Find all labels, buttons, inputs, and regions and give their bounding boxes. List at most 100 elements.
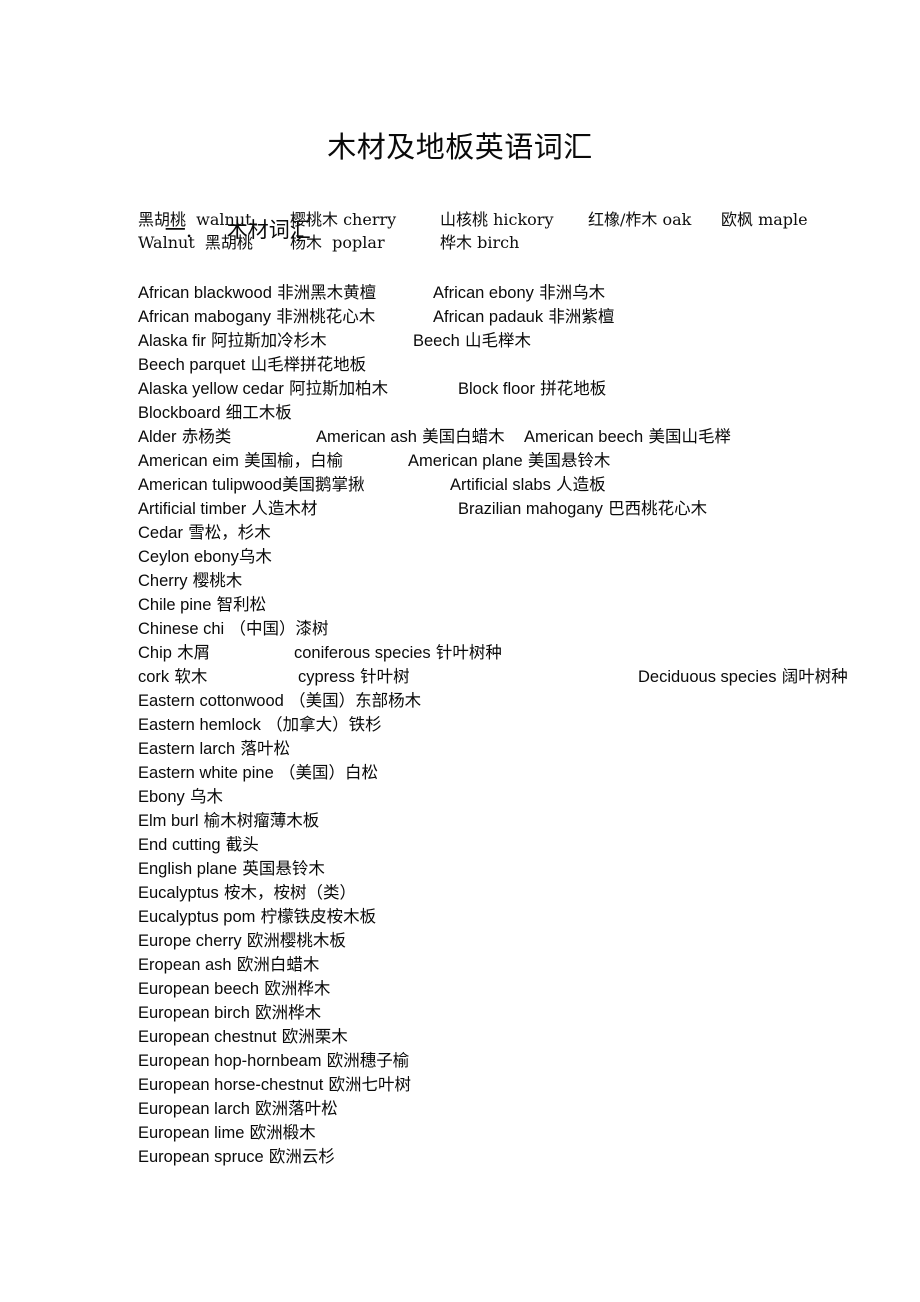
term-english: European birch (138, 1004, 250, 1022)
vocabulary-entry: Brazilian mahogany 巴西桃花心木 (458, 497, 707, 521)
vocabulary-row: English plane 英国悬铃木 (138, 857, 920, 881)
vocabulary-entry: End cutting 截头 (138, 833, 259, 857)
term-chinese: 山毛榉拼花地板 (245, 355, 367, 374)
vocabulary-entry: African ebony 非洲乌木 (433, 281, 605, 305)
term-chinese: 人造板 (550, 475, 606, 494)
vocabulary-entry: Alaska yellow cedar 阿拉斯加柏木 (138, 377, 458, 401)
term-chinese: 欧洲桦木 (259, 979, 331, 998)
vocabulary-row: American tulipwood美国鹅掌揪 Artificial slabs … (138, 473, 920, 497)
term-chinese: 美国鹅掌揪 (282, 475, 365, 494)
term-chinese: 针叶树 (354, 667, 410, 686)
term-english: American eim (138, 452, 239, 470)
term-english: European beech (138, 980, 260, 998)
vocabulary-row: End cutting 截头 (138, 833, 920, 857)
term-chinese: 细工木板 (220, 403, 292, 422)
intro-line: 黑胡桃 walnut 樱桃木 cherry 山核桃 hickory 红橡/柞木 oak… (138, 208, 918, 231)
term-chinese: 非洲乌木 (533, 283, 606, 302)
vocabulary-row: European beech 欧洲桦木 (138, 977, 920, 1001)
vocabulary-entry: Chip 木屑 (138, 641, 294, 665)
vocabulary-entry: Eastern hemlock （加拿大）铁杉 (138, 713, 382, 737)
vocabulary-row: Artificial timber 人造木材 Brazilian mahogany… (138, 497, 920, 521)
vocabulary-row: European chestnut 欧洲栗木 (138, 1025, 920, 1049)
vocabulary-entry: European hop-hornbeam 欧洲穗子榆 (138, 1049, 409, 1073)
vocabulary-entry: cork 软木 (138, 665, 298, 689)
vocabulary-row: Ebony 乌木 (138, 785, 920, 809)
term-english: American plane (408, 452, 523, 470)
vocabulary-entry: European horse-chestnut 欧洲七叶树 (138, 1073, 411, 1097)
term-chinese: 截头 (220, 835, 259, 854)
intro-line: Walnut 黑胡桃 杨木 poplar 桦木 birch (138, 231, 918, 254)
term-chinese: 柠檬铁皮桉木板 (255, 907, 377, 926)
term-chinese: 非洲桃花心木 (271, 307, 376, 326)
vocabulary-entry: African blackwood 非洲黑木黄檀 (138, 281, 433, 305)
term-english: Chile pine (138, 596, 212, 614)
term-chinese: 乌木 (238, 547, 272, 566)
term-english: Eastern white pine (138, 764, 274, 782)
term-chinese: 美国榆，白榆 (238, 451, 344, 470)
vocabulary-entry: Alaska fir 阿拉斯加冷杉木 (138, 329, 413, 353)
vocabulary-row: European lime 欧洲椴木 (138, 1121, 920, 1145)
vocabulary-row: European spruce 欧洲云杉 (138, 1145, 920, 1169)
vocabulary-row: American eim 美国榆，白榆 American plane 美国悬铃木 (138, 449, 920, 473)
term-english: Chip (138, 644, 172, 662)
term-chinese: 欧洲落叶松 (249, 1099, 338, 1118)
vocabulary-entry: Cedar 雪松，杉木 (138, 521, 271, 545)
term-english: African blackwood (138, 284, 272, 302)
term-chinese: 乌木 (184, 787, 224, 806)
term-chinese: 巴西桃花心木 (602, 499, 708, 518)
term-chinese: （加拿大）铁杉 (260, 715, 382, 734)
vocabulary-entry: Eastern larch 落叶松 (138, 737, 290, 761)
term-english: Artificial slabs (450, 476, 551, 494)
term-english: Alaska fir (138, 332, 206, 350)
intro-paragraph: 黑胡桃 walnut 樱桃木 cherry 山核桃 hickory 红橡/柞木 oak… (138, 208, 918, 254)
intro-term: 樱桃木 cherry (290, 210, 397, 229)
term-chinese: 人造木材 (246, 499, 318, 518)
vocabulary-row: Europe cherry 欧洲樱桃木板 (138, 929, 920, 953)
term-chinese: 落叶松 (235, 739, 290, 758)
term-chinese: 非洲黑木黄檀 (271, 283, 377, 302)
vocabulary-entry: Chinese chi （中国）漆树 (138, 617, 328, 641)
term-english: American ash (316, 428, 417, 446)
vocabulary-row: Eucalyptus 桉木，桉树（类） (138, 881, 920, 905)
term-english: Block floor (458, 380, 536, 398)
term-chinese: 智利松 (211, 595, 267, 614)
vocabulary-entry: coniferous species 针叶树种 (294, 641, 502, 665)
vocabulary-row: Alder 赤杨类 American ash 美国白蜡木 American beec… (138, 425, 920, 449)
term-chinese: 英国悬铃木 (237, 859, 325, 878)
term-english: cypress (298, 668, 355, 686)
term-english: European hop-hornbeam (138, 1052, 322, 1070)
vocabulary-row: Eropean ash 欧洲白蜡木 (138, 953, 920, 977)
term-english: Eastern cottonwood (138, 692, 284, 710)
vocabulary-row: Eastern white pine （美国）白松 (138, 761, 920, 785)
term-english: English plane (138, 860, 238, 878)
vocabulary-row: African mabogany 非洲桃花心木 African padauk 非洲… (138, 305, 920, 329)
term-chinese: 木屑 (171, 643, 211, 662)
vocabulary-row: Cedar 雪松，杉木 (138, 521, 920, 545)
vocabulary-entry: American eim 美国榆，白榆 (138, 449, 408, 473)
term-chinese: 赤杨类 (176, 427, 232, 446)
term-chinese: 软木 (169, 667, 208, 686)
intro-term: Walnut 黑胡桃 (138, 233, 253, 252)
vocabulary-row: Alaska fir 阿拉斯加冷杉木 Beech 山毛榉木 (138, 329, 920, 353)
vocabulary-entry: European spruce 欧洲云杉 (138, 1145, 335, 1169)
term-english: Eastern larch (138, 740, 236, 758)
intro-term: 欧枫 maple (721, 210, 808, 229)
vocabulary-row: European hop-hornbeam 欧洲穗子榆 (138, 1049, 920, 1073)
vocabulary-entry: European chestnut 欧洲栗木 (138, 1025, 348, 1049)
vocabulary-list: African blackwood 非洲黑木黄檀 African ebony 非洲… (138, 281, 920, 1169)
term-chinese: 美国悬铃木 (522, 451, 611, 470)
term-english: European spruce (138, 1148, 264, 1166)
term-english: American beech (524, 428, 644, 446)
vocabulary-entry: Eucalyptus pom 柠檬铁皮桉木板 (138, 905, 376, 929)
term-english: Artificial timber (138, 500, 247, 518)
term-english: European larch (138, 1100, 250, 1118)
term-chinese: 欧洲穗子榆 (321, 1051, 410, 1070)
vocabulary-entry: Ebony 乌木 (138, 785, 223, 809)
term-english: Ebony (138, 788, 185, 806)
document-page: 木材及地板英语词汇 一. 木材词汇 黑胡桃 walnut 樱桃木 cherry 山核桃… (0, 0, 920, 1302)
term-chinese: 欧洲栗木 (276, 1027, 348, 1046)
term-english: Ceylon ebony (138, 548, 239, 566)
term-english: Cherry (138, 572, 188, 590)
term-chinese: 欧洲椴木 (244, 1123, 316, 1142)
term-chinese: 欧洲七叶树 (323, 1075, 412, 1094)
